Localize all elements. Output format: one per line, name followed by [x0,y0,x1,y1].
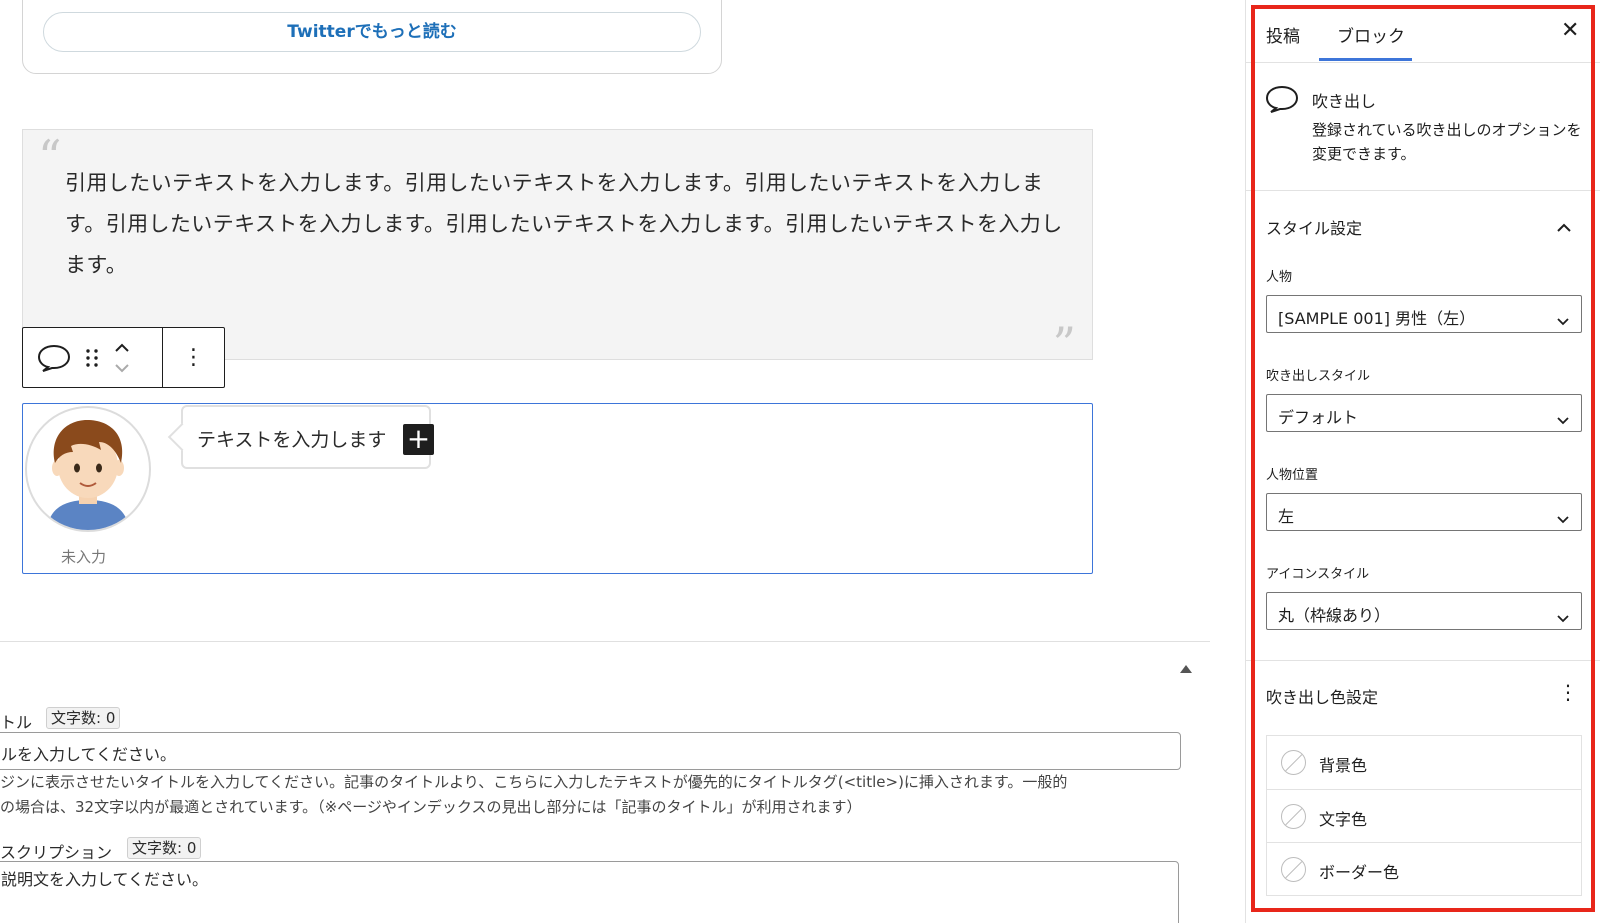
meta-divider [0,641,1210,642]
close-icon[interactable]: ✕ [1561,20,1579,42]
open-quote-icon: “ [38,130,62,184]
twitter-embed-card: Twitterでもっと読む [22,0,722,74]
avatar [25,406,151,532]
color-item-text[interactable]: 文字色 [1267,789,1581,842]
avatar-name[interactable]: 未入力 [61,546,106,567]
tab-block[interactable]: ブロック [1337,22,1405,47]
seo-title-help-2: の場合は、32文字以内が最適とされています。（※ページやインデックスの見出し部分… [0,798,862,816]
panel-divider [1246,660,1600,661]
person-position-select[interactable]: 左 [1266,493,1582,531]
person-select-value: [SAMPLE 001] 男性（左） [1278,309,1476,328]
icon-style-select-value: 丸（枠線あり） [1278,606,1391,625]
speech-bubble-icon [1265,84,1299,118]
settings-sidebar: 投稿 ブロック ✕ 吹き出し 登録されている吹き出しのオプションを変更できます。… [1245,0,1600,923]
icon-style-label: アイコンスタイル [1266,567,1370,582]
person-position-label: 人物位置 [1266,468,1319,483]
empty-color-swatch-icon [1281,750,1306,775]
empty-color-swatch-icon [1281,857,1306,882]
color-item-background[interactable]: 背景色 [1267,736,1581,789]
balloon-style-select[interactable]: デフォルト [1266,394,1582,432]
block-card: 吹き出し 登録されている吹き出しのオプションを変更できます。 [1246,63,1600,191]
seo-description-count: 文字数: 0 [127,837,202,859]
chevron-up-icon[interactable] [1556,218,1572,237]
speech-bubble[interactable]: テキストを入力します [181,405,431,469]
color-item-label: ボーダー色 [1319,863,1400,882]
move-up-down-icon[interactable] [113,340,131,376]
close-quote-icon: ” [1052,317,1076,371]
block-toolbar: ⋮ [22,327,225,388]
chevron-down-icon [1557,608,1569,627]
balloon-style-label: 吹き出しスタイル [1266,369,1371,384]
seo-title-label: トル [0,713,33,732]
block-name: 吹き出し [1312,92,1377,111]
speech-bubble-icon[interactable] [37,343,71,373]
icon-style-select[interactable]: 丸（枠線あり） [1266,592,1582,630]
block-description: 登録されている吹き出しのオプションを変更できます。 [1312,121,1582,163]
quote-text[interactable]: 引用したいテキストを入力します。引用したいテキストを入力します。引用したいテキス… [65,163,1065,286]
more-options-icon[interactable]: ⋮ [183,345,205,370]
empty-color-swatch-icon [1281,804,1306,829]
chevron-down-icon [1557,410,1569,429]
twitter-read-more-button[interactable]: Twitterでもっと読む [43,12,701,52]
quote-block[interactable]: “ 引用したいテキストを入力します。引用したいテキストを入力します。引用したいテ… [22,129,1093,367]
block-inserter-button[interactable]: + [403,424,434,455]
chevron-down-icon [1557,509,1569,528]
more-options-icon[interactable]: ⋮ [1558,680,1578,704]
seo-title-input[interactable]: ルを入力してください。 [0,732,1181,770]
color-item-border[interactable]: ボーダー色 [1267,842,1581,895]
seo-title-placeholder: ルを入力してください。 [1,745,177,764]
balloon-color-settings-title: 吹き出し色設定 [1266,688,1379,707]
active-tab-indicator [1319,58,1412,61]
seo-description-label: スクリプション [0,843,113,862]
collapse-arrow-icon[interactable] [1180,665,1192,673]
color-item-label: 背景色 [1319,756,1368,775]
tab-post[interactable]: 投稿 [1266,22,1300,47]
speech-balloon-block[interactable]: 未入力 テキストを入力します + [22,403,1093,574]
color-list: 背景色 文字色 ボーダー色 [1266,735,1582,896]
bubble-text[interactable]: テキストを入力します [197,425,386,452]
balloon-style-select-value: デフォルト [1278,408,1359,427]
color-item-label: 文字色 [1319,810,1368,829]
seo-title-count: 文字数: 0 [46,707,121,729]
drag-handle-icon[interactable] [85,348,99,368]
seo-title-help-1: ジンに表示させたいタイトルを入力してください。記事のタイトルより、こちらに入力し… [0,773,1068,791]
seo-description-textarea[interactable]: 説明文を入力してください。 [0,861,1179,923]
person-select[interactable]: [SAMPLE 001] 男性（左） [1266,295,1582,333]
person-position-select-value: 左 [1278,507,1295,526]
chevron-down-icon [1557,311,1569,330]
sidebar-tabs: 投稿 ブロック ✕ [1246,0,1600,63]
person-label: 人物 [1266,270,1293,285]
style-settings-title[interactable]: スタイル設定 [1266,215,1362,239]
seo-description-placeholder: 説明文を入力してください。 [1,870,209,889]
